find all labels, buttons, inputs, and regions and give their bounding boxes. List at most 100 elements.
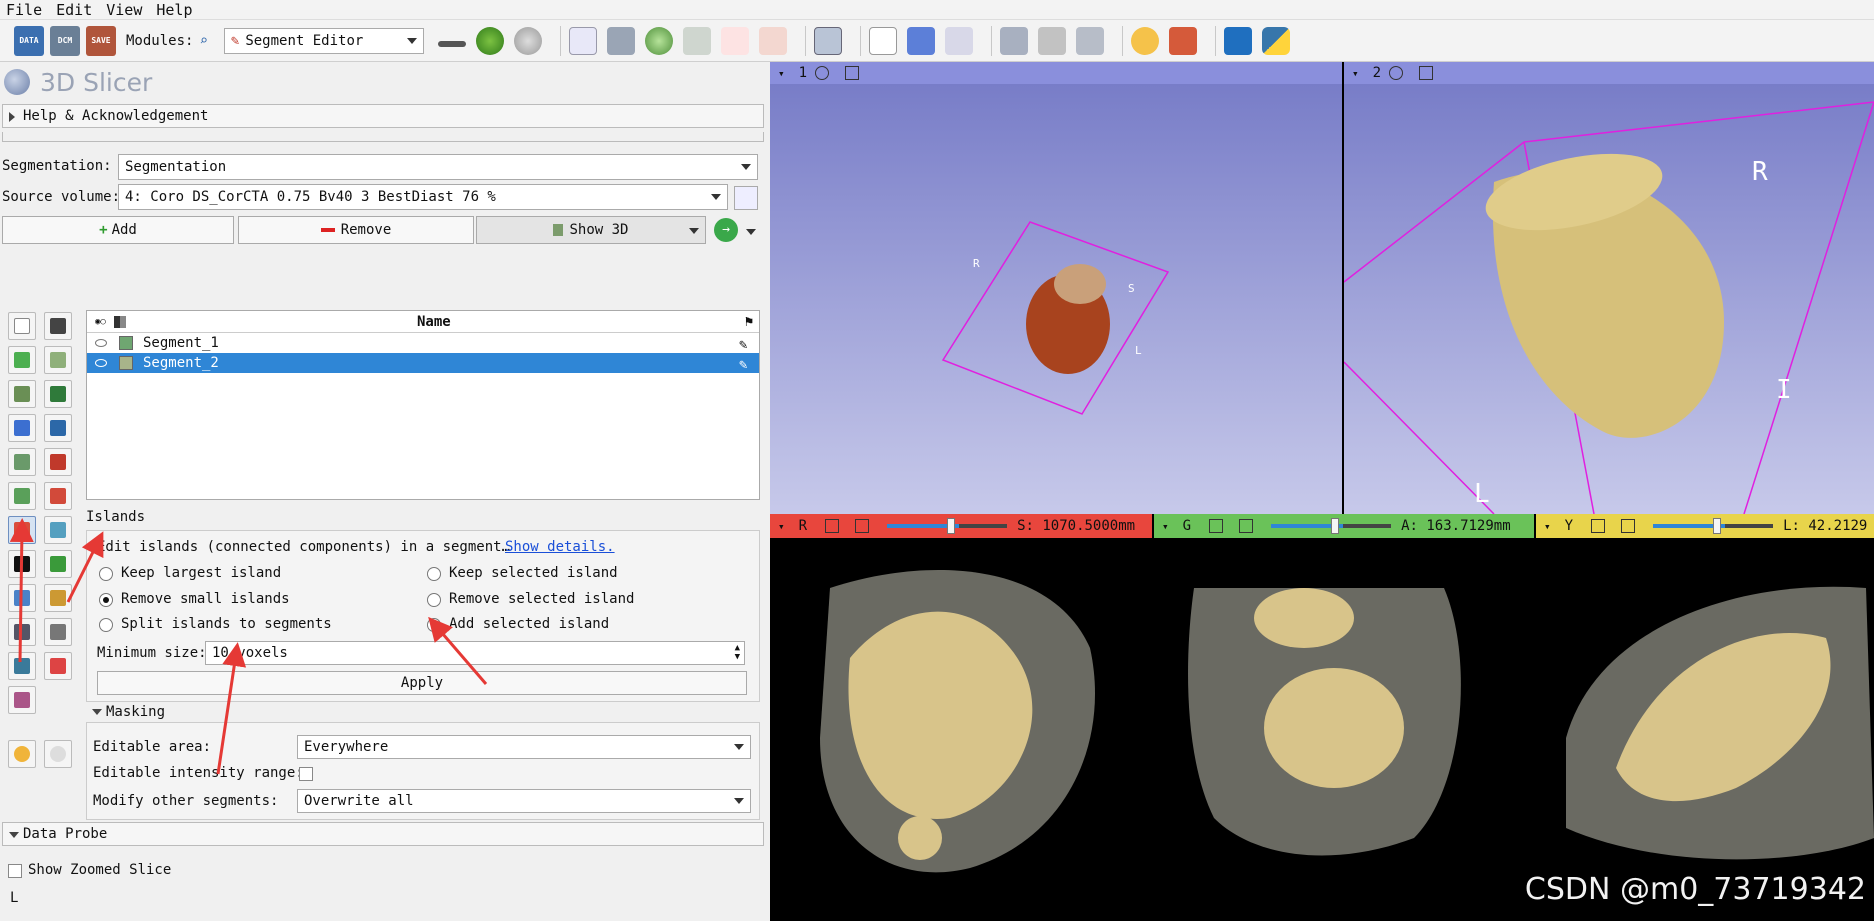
yellow-slice-slider[interactable] [1653, 518, 1774, 534]
data-probe-header[interactable]: Data Probe [2, 822, 764, 846]
chevron-down-icon[interactable] [746, 229, 756, 235]
3d-view-1[interactable]: ▾ 1 R S L [770, 62, 1342, 514]
segmentations-module-arrow-icon[interactable]: → [714, 218, 738, 242]
smoothing-icon[interactable] [8, 482, 36, 510]
mask-volume-icon[interactable] [8, 550, 36, 578]
minimum-size-spinbox[interactable]: 10 voxels ▲ ▼ [205, 641, 745, 665]
back-arrow-icon[interactable] [475, 26, 504, 55]
show-3d-button[interactable]: Show 3D [476, 216, 706, 244]
draw-icon[interactable] [44, 346, 72, 374]
logical-operators-icon[interactable] [44, 516, 72, 544]
place-fiducial-icon[interactable] [906, 26, 935, 55]
python-console-icon[interactable] [1261, 26, 1290, 55]
module-selector[interactable]: ✎ Segment Editor [223, 27, 424, 54]
editable-area-selector[interactable]: Everywhere [297, 735, 751, 759]
redo-icon[interactable] [44, 740, 72, 768]
source-volume-settings-icon[interactable] [734, 186, 758, 210]
show-details-link[interactable]: Show details. [505, 539, 615, 555]
module-history-icon[interactable] [437, 40, 466, 47]
add-selected-radio[interactable] [427, 618, 441, 632]
pencil-icon[interactable]: ✎ [739, 357, 751, 373]
pin-icon[interactable]: ▾ [778, 520, 785, 533]
split-islands-radio[interactable] [99, 618, 113, 632]
draw-tube-icon[interactable] [44, 550, 72, 578]
green-slice-slider[interactable] [1271, 518, 1392, 534]
maximize-view-icon[interactable] [1621, 519, 1636, 533]
slider-handle[interactable] [1331, 518, 1340, 534]
keep-selected-radio[interactable] [427, 567, 441, 581]
remove-small-radio[interactable] [99, 593, 113, 607]
link-icon[interactable] [825, 519, 840, 533]
markups-module-icon[interactable] [720, 26, 749, 55]
help-section-header[interactable]: Help & Acknowledgement [2, 104, 764, 128]
slider-handle[interactable] [947, 518, 956, 534]
islands-icon[interactable] [8, 516, 36, 544]
scene-view-icon[interactable] [944, 26, 973, 55]
maximize-view-icon[interactable] [1239, 519, 1254, 533]
pin-icon[interactable]: ▾ [1162, 520, 1169, 533]
yellow-slice-view[interactable] [1536, 538, 1874, 921]
add-segment-button[interactable]: + Add [2, 216, 234, 244]
keep-largest-radio[interactable] [99, 567, 113, 581]
engrave-icon[interactable] [44, 584, 72, 612]
editable-intensity-checkbox[interactable] [299, 767, 313, 781]
spin-arrows-icon[interactable]: ▲ ▼ [735, 644, 740, 662]
undo-icon[interactable] [8, 740, 36, 768]
data-module-icon[interactable] [568, 26, 597, 55]
table-row[interactable]: Segment_2 ✎ [87, 353, 759, 373]
fill-between-slices-icon[interactable] [44, 414, 72, 442]
slider-handle[interactable] [1713, 518, 1722, 534]
paint-icon[interactable] [8, 346, 36, 374]
link-icon[interactable] [1591, 519, 1606, 533]
maximize-view-icon[interactable] [855, 519, 870, 533]
segment-color-swatch[interactable] [119, 336, 133, 350]
grow-from-seeds-icon[interactable] [8, 414, 36, 442]
threshold-icon[interactable] [44, 312, 72, 340]
volumes-module-icon[interactable] [606, 26, 635, 55]
link-icon[interactable] [1209, 519, 1224, 533]
hollow-icon[interactable] [44, 448, 72, 476]
transforms-module-icon[interactable] [682, 26, 711, 55]
modify-other-segments-selector[interactable]: Overwrite all [297, 789, 751, 813]
forward-arrow-icon[interactable] [513, 26, 542, 55]
apply-button[interactable]: Apply [97, 671, 747, 695]
extensions-manager-icon[interactable] [1223, 26, 1252, 55]
menu-view[interactable]: View [106, 1, 142, 19]
crosshair-settings-icon[interactable] [1075, 26, 1104, 55]
3d-view-2[interactable]: ▾ 2 R I L [1344, 62, 1874, 514]
local-threshold-icon[interactable] [8, 584, 36, 612]
red-slice-slider[interactable] [887, 518, 1008, 534]
layout-icon[interactable] [813, 26, 842, 55]
load-dicom-button[interactable]: DCM [50, 25, 80, 56]
level-tracing-icon[interactable] [44, 380, 72, 408]
masking-section-header[interactable]: Masking [86, 704, 165, 720]
margin-icon[interactable] [8, 448, 36, 476]
save-button[interactable]: SAVE [86, 25, 116, 56]
screenshot-icon[interactable] [999, 26, 1028, 55]
segment-editor-module-icon[interactable] [758, 26, 787, 55]
show-zoomed-slice-checkbox[interactable] [8, 864, 22, 878]
erase-icon[interactable] [8, 380, 36, 408]
surface-cut-icon[interactable] [8, 618, 36, 646]
split-volume-icon[interactable] [44, 618, 72, 646]
menu-file[interactable]: File [6, 1, 42, 19]
capture-icon[interactable] [1037, 26, 1066, 55]
watershed-icon[interactable] [8, 652, 36, 680]
nnunet-icon[interactable] [8, 686, 36, 714]
pencil-icon[interactable]: ✎ [739, 337, 751, 353]
table-row[interactable]: Segment_1 ✎ [87, 333, 759, 353]
module-search-icon[interactable]: ⌕ [199, 33, 207, 49]
red-slice-view[interactable] [770, 538, 1152, 921]
pointer-mode-icon[interactable] [868, 26, 897, 55]
source-volume-selector[interactable]: 4: Coro DS_CorCTA 0.75 Bv40 3 BestDiast … [118, 184, 728, 210]
scissors-icon[interactable] [44, 482, 72, 510]
eye-icon[interactable] [95, 359, 107, 367]
slice-intersections-icon[interactable] [1168, 26, 1197, 55]
pin-icon[interactable]: ▾ [1544, 520, 1551, 533]
no-effect-pointer-icon[interactable] [8, 312, 36, 340]
segmentation-selector[interactable]: Segmentation [118, 154, 758, 180]
segment-color-swatch[interactable] [119, 356, 133, 370]
remove-segment-button[interactable]: Remove [238, 216, 474, 244]
green-slice-view[interactable] [1154, 538, 1534, 921]
menu-edit[interactable]: Edit [56, 1, 92, 19]
